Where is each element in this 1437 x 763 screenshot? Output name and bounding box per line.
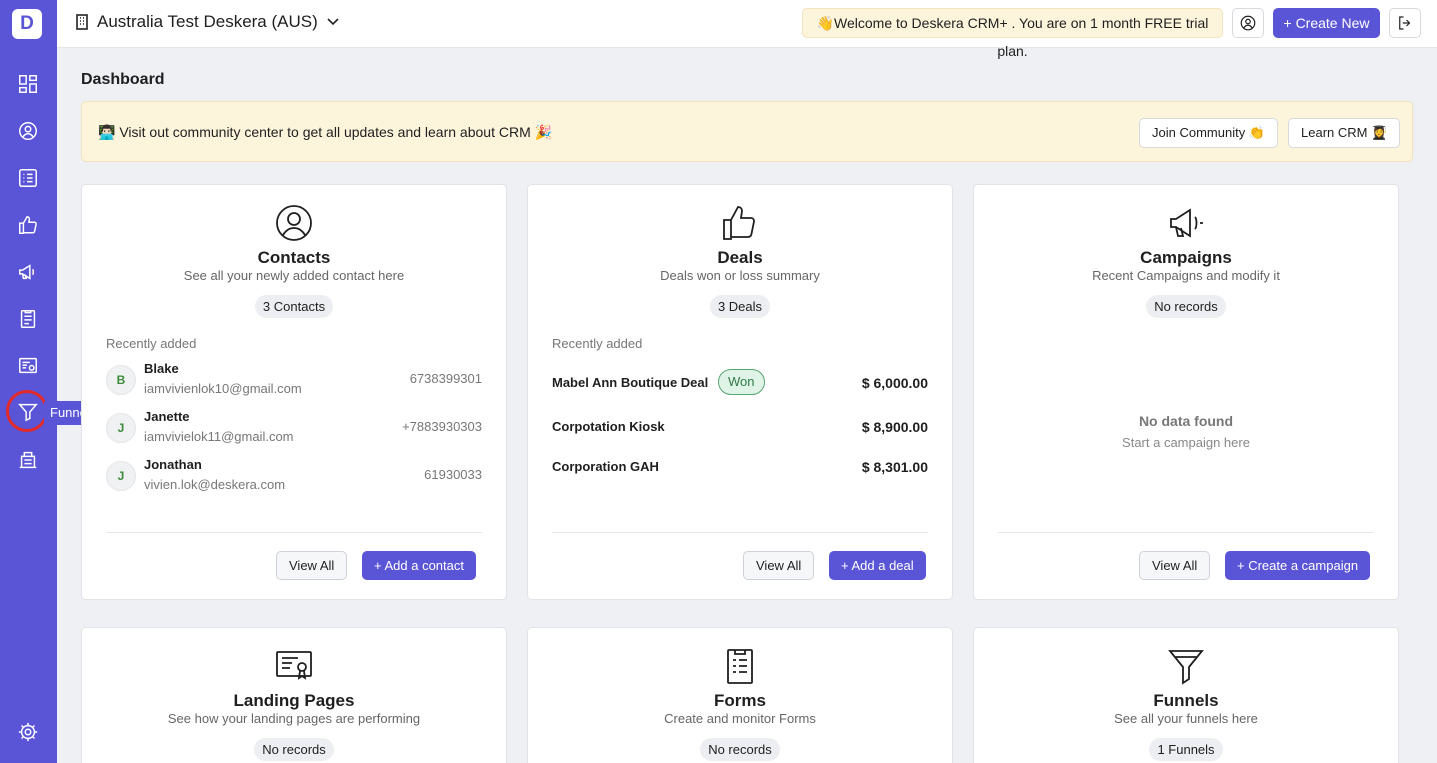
deal-row[interactable]: Corporation GAH $ 8,301.00 (552, 453, 928, 479)
org-name: Australia Test Deskera (AUS) (97, 12, 318, 31)
deals-view-all-button[interactable]: View All (743, 551, 815, 580)
forms-icon[interactable] (14, 305, 42, 333)
chevron-down-icon (327, 18, 339, 26)
highlight-ring (6, 390, 48, 432)
card-subtitle: See how your landing pages are performin… (167, 711, 421, 726)
contact-row[interactable]: J Jonathan vivien.lok@deskera.com 619300… (106, 457, 482, 497)
org-switcher[interactable]: Australia Test Deskera (AUS) (75, 12, 340, 32)
forms-card: Forms Create and monitor Forms No record… (527, 627, 953, 763)
deal-amount: $ 8,900.00 (861, 419, 928, 435)
campaigns-view-all-button[interactable]: View All (1139, 551, 1211, 580)
deal-row[interactable]: Mabel Ann Boutique Deal Won $ 6,000.00 (552, 369, 928, 395)
landing-pages-icon[interactable] (14, 352, 42, 380)
contacts-card: Contacts See all your newly added contac… (81, 184, 507, 600)
create-new-button[interactable]: + Create New (1273, 8, 1380, 38)
settings-icon[interactable] (14, 718, 42, 746)
trial-notice: 👋Welcome to Deskera CRM+ . You are on 1 … (802, 8, 1223, 59)
funnel-icon (974, 646, 1398, 686)
card-title: Deals (717, 248, 763, 267)
megaphone-icon (974, 203, 1398, 243)
empty-subtitle: Start a campaign here (1122, 435, 1250, 450)
card-title: Contacts (257, 248, 331, 267)
contact-email: vivien.lok@deskera.com (144, 477, 286, 492)
recent-label: Recently added (106, 336, 197, 351)
forms-card-icon (528, 646, 952, 686)
add-contact-button[interactable]: + Add a contact (362, 551, 476, 580)
landing-pages-card: Landing Pages See how your landing pages… (81, 627, 507, 763)
card-subtitle: See all your funnels here (1114, 711, 1258, 726)
app-logo[interactable]: D (12, 9, 42, 39)
add-deal-button[interactable]: + Add a deal (829, 551, 926, 580)
sidebar: D Funnels (0, 0, 103, 763)
top-header: Australia Test Deskera (AUS) 👋Welcome to… (57, 0, 1437, 59)
deal-name: Corporation GAH (552, 459, 659, 474)
contact-name: Blake (144, 361, 179, 376)
empty-title: No data found (1138, 413, 1234, 429)
deal-amount: $ 6,000.00 (861, 375, 928, 391)
deals-card: Deals Deals won or loss summary 3 Deals … (527, 184, 953, 600)
divider (106, 532, 482, 533)
avatar: B (106, 365, 136, 395)
card-subtitle: See all your newly added contact here (183, 268, 405, 283)
count-pill: No records (254, 738, 334, 761)
card-title: Landing Pages (233, 691, 355, 710)
count-pill: No records (1146, 295, 1226, 318)
card-title: Funnels (1153, 691, 1219, 710)
contact-name: Jonathan (144, 457, 202, 472)
divider (998, 532, 1374, 533)
count-pill: 3 Deals (709, 295, 771, 318)
contact-phone: 6738399301 (409, 371, 482, 386)
deals-icon[interactable] (14, 211, 42, 239)
dashboard-icon[interactable] (14, 70, 42, 98)
profile-button[interactable] (1232, 8, 1264, 38)
contact-email: iamvivielok11@gmail.com (144, 429, 294, 444)
contacts-icon[interactable] (14, 117, 42, 145)
building-icon (76, 14, 88, 30)
card-subtitle: Create and monitor Forms (664, 711, 816, 726)
create-campaign-button[interactable]: + Create a campaign (1225, 551, 1371, 580)
contacts-view-all-button[interactable]: View All (276, 551, 348, 580)
logout-button[interactable] (1389, 8, 1421, 38)
contact-phone: +7883930303 (402, 419, 482, 434)
deals-card-icon (528, 203, 952, 243)
join-community-button[interactable]: Join Community 👏 (1139, 118, 1278, 148)
contact-row[interactable]: B Blake iamvivienlok10@gmail.com 6738399… (106, 361, 482, 401)
card-subtitle: Recent Campaigns and modify it (1092, 268, 1280, 283)
count-pill: 3 Contacts (254, 295, 334, 318)
community-banner: 👨🏻‍💻 Visit out community center to get a… (81, 101, 1413, 162)
deal-amount: $ 8,301.00 (861, 459, 928, 475)
tickets-icon[interactable] (14, 446, 42, 474)
avatar: J (106, 461, 136, 491)
deal-name: Corpotation Kiosk (552, 419, 665, 434)
status-badge: Won (718, 369, 765, 395)
list-icon[interactable] (14, 164, 42, 192)
page-title: Dashboard (81, 71, 165, 88)
user-circle-icon (1240, 15, 1256, 31)
learn-crm-button[interactable]: Learn CRM 👩‍🎓 (1288, 118, 1401, 148)
contact-phone: 61930033 (424, 467, 482, 482)
landing-pages-card-icon (82, 646, 506, 686)
card-title: Forms (714, 691, 766, 710)
divider (552, 532, 928, 533)
funnels-card: Funnels See all your funnels here 1 Funn… (973, 627, 1399, 763)
logout-icon (1399, 16, 1411, 30)
contact-row[interactable]: J Janette iamvivielok11@gmail.com +78839… (106, 409, 482, 449)
campaigns-card: Campaigns Recent Campaigns and modify it… (973, 184, 1399, 600)
count-pill: 1 Funnels (1149, 738, 1223, 761)
contact-name: Janette (144, 409, 190, 424)
campaigns-icon[interactable] (14, 258, 42, 286)
banner-text: 👨🏻‍💻 Visit out community center to get a… (98, 124, 553, 140)
contact-email: iamvivienlok10@gmail.com (144, 381, 302, 396)
recent-label: Recently added (552, 336, 643, 351)
count-pill: No records (700, 738, 780, 761)
card-title: Campaigns (1140, 248, 1232, 267)
avatar: J (106, 413, 136, 443)
card-subtitle: Deals won or loss summary (660, 268, 820, 283)
deal-row[interactable]: Corpotation Kiosk $ 8,900.00 (552, 413, 928, 439)
deal-name: Mabel Ann Boutique Deal (552, 375, 709, 390)
contacts-card-icon (82, 203, 506, 243)
